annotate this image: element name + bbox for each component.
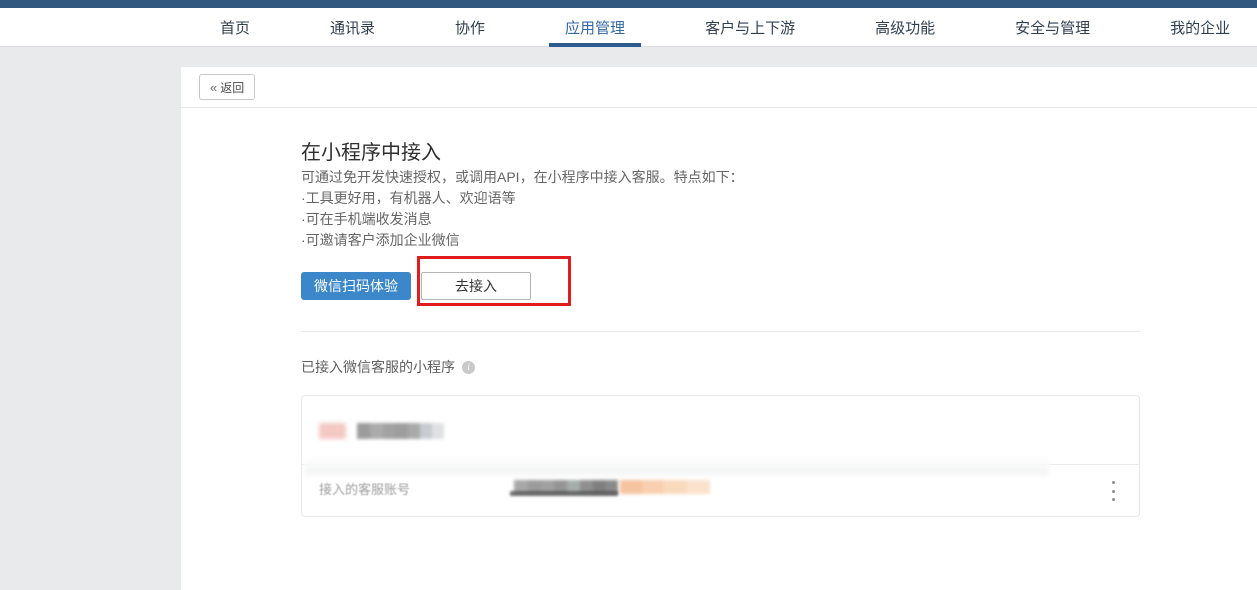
more-options-icon[interactable] [1105,479,1121,503]
section-divider [301,331,1140,332]
tab-my-company[interactable]: 我的企业 [1154,8,1246,46]
redacted-account-subtext [510,491,618,496]
feature-bullet: ·工具更好用，有机器人、欢迎语等 [301,188,744,209]
back-chevrons-icon: « [210,80,217,95]
content-panel: « 返回 在小程序中接入 可通过免开发快速授权，或调用API，在小程序中接入客服… [181,67,1257,590]
miniprogram-card: 接入的客服账号 [301,395,1140,517]
wechat-scan-experience-button[interactable]: 微信扫码体验 [301,272,411,300]
back-button-label: 返回 [220,79,244,96]
feature-bullet: ·可邀请客户添加企业微信 [301,230,744,251]
description-line: 可通过免开发快速授权，或调用API，在小程序中接入客服。特点如下： [301,167,744,188]
miniprogram-info-row [302,396,1139,464]
main-nav: 首页 通讯录 协作 应用管理 客户与上下游 高级功能 安全与管理 我的企业 [0,8,1257,47]
section-title: 已接入微信客服的小程序 [301,357,455,377]
page-content: 在小程序中接入 可通过免开发快速授权，或调用API，在小程序中接入客服。特点如下… [301,108,1257,590]
tab-customers[interactable]: 客户与上下游 [689,8,811,46]
top-browser-strip [0,0,1257,8]
redacted-miniprogram-avatar [319,423,346,439]
tab-contacts[interactable]: 通讯录 [314,8,391,46]
connected-account-label: 接入的客服账号 [319,479,410,498]
tab-security[interactable]: 安全与管理 [999,8,1106,46]
back-button[interactable]: « 返回 [199,74,255,100]
info-icon[interactable]: i [462,361,475,374]
tab-home[interactable]: 首页 [204,8,266,46]
tab-app-management[interactable]: 应用管理 [549,8,641,46]
tab-advanced[interactable]: 高级功能 [859,8,951,46]
workspace-background: « 返回 在小程序中接入 可通过免开发快速授权，或调用API，在小程序中接入客服… [0,47,1257,590]
redacted-miniprogram-name [357,423,444,439]
redacted-account-tag [620,480,710,494]
page-title: 在小程序中接入 [301,136,441,165]
feature-bullet: ·可在手机端收发消息 [301,209,744,230]
page-description: 可通过免开发快速授权，或调用API，在小程序中接入客服。特点如下： ·工具更好用… [301,167,744,251]
screen: 首页 通讯录 协作 应用管理 客户与上下游 高级功能 安全与管理 我的企业 « … [0,0,1257,590]
tab-collaboration[interactable]: 协作 [439,8,501,46]
panel-header: « 返回 [181,67,1257,108]
connected-account-row: 接入的客服账号 [302,464,1139,517]
go-connect-button[interactable]: 去接入 [421,272,531,300]
redaction-smear [304,459,1049,475]
connected-miniprogram-section-header: 已接入微信客服的小程序 i [301,357,475,377]
